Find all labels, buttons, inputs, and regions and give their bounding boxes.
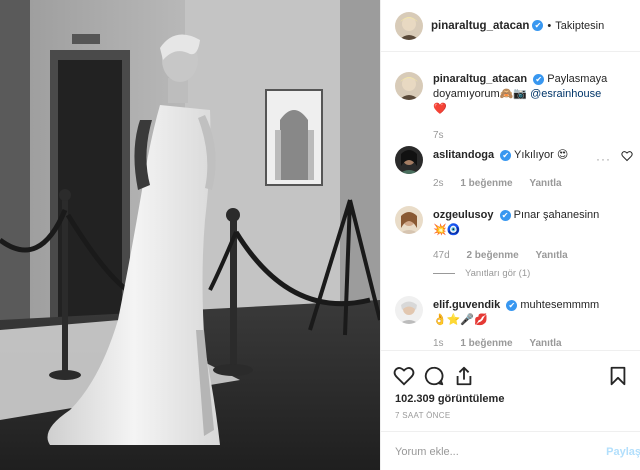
post-header: pinaraltug_atacan ✔ • Takiptesin [381, 0, 640, 52]
instagram-post: pinaraltug_atacan ✔ • Takiptesin pinaral… [0, 0, 640, 470]
comment-emoji: 💥🧿 [433, 224, 461, 236]
comment-item: ozgeulusoy ✔ Pınar şahanesinn 💥🧿 47d 2 b… [395, 206, 635, 286]
view-replies-button[interactable]: Yanıtları gör (1) [433, 268, 530, 279]
post-comment-button[interactable]: Paylaş [606, 446, 640, 458]
post-actions: 102.309 görüntüleme 7 SAAT ÖNCE Yorum ek… [381, 350, 640, 470]
caption-meta: 7s [433, 130, 458, 141]
comment-text: muhtesemmmm [520, 299, 600, 311]
comment-text: Pınar şahanesinn [513, 209, 600, 221]
comment-time[interactable]: 1s [433, 338, 444, 349]
verified-badge-icon: ✔ [500, 149, 512, 161]
comment-body: aslitandoga ✔ Yıkılıyor 😍 [433, 148, 623, 163]
comment-meta: 1s 1 beğenme Yanıtla [433, 338, 576, 349]
share-icon[interactable] [453, 365, 475, 387]
comment-likes[interactable]: 1 beğenme [460, 178, 512, 189]
comment-meta: 47d 2 beğenme Yanıtla [433, 250, 582, 261]
comment-input[interactable]: Yorum ekle... [395, 446, 459, 458]
post-timestamp[interactable]: 7 SAAT ÖNCE [395, 411, 450, 420]
comment-meta: 2s 1 beğenme Yanıtla [433, 178, 576, 189]
caption-username[interactable]: pinaraltug_atacan [433, 73, 527, 85]
comment-reply-button[interactable]: Yanıtla [536, 250, 568, 261]
comment-time[interactable]: 2s [433, 178, 444, 189]
follow-status-button[interactable]: Takiptesin [555, 20, 604, 32]
comment-username[interactable]: elif.guvendik [433, 299, 500, 311]
comment-text: Yıkılıyor 😍 [514, 149, 569, 161]
post-photo[interactable] [0, 0, 380, 470]
caption-time[interactable]: 7s [433, 130, 444, 141]
verified-badge-icon: ✔ [532, 20, 544, 31]
more-options-icon[interactable]: ··· [596, 152, 611, 166]
commenter-avatar[interactable] [395, 296, 423, 324]
comment-body: ozgeulusoy ✔ Pınar şahanesinn 💥🧿 [433, 208, 623, 238]
caption-avatar[interactable] [395, 72, 423, 100]
verified-badge-icon: ✔ [533, 73, 545, 85]
caption-mention-link[interactable]: @esrainhouse [530, 88, 601, 100]
comments-list[interactable]: pinaraltug_atacan ✔ Paylasmaya doyamıyor… [381, 52, 640, 350]
photo-image [0, 0, 380, 470]
comment-body: elif.guvendik ✔ muhtesemmmm 👌⭐🎤💋 [433, 298, 623, 328]
comment-emoji: 👌⭐🎤💋 [433, 314, 488, 326]
bookmark-icon[interactable] [607, 365, 629, 387]
comment-item: aslitandoga ✔ Yıkılıyor 😍 ··· 2s 1 beğen… [395, 146, 635, 196]
verified-badge-icon: ✔ [499, 209, 511, 221]
commenter-avatar[interactable] [395, 146, 423, 174]
comment-likes[interactable]: 1 beğenme [460, 338, 512, 349]
like-comment-heart-icon[interactable] [621, 150, 633, 162]
author-username[interactable]: pinaraltug_atacan [431, 20, 529, 32]
caption-heart: ❤️ [433, 103, 447, 115]
heart-icon[interactable] [393, 365, 415, 387]
comment-composer: Yorum ekle... Paylaş [381, 431, 640, 470]
post-sidebar: pinaraltug_atacan ✔ • Takiptesin pinaral… [380, 0, 640, 470]
comment-reply-button[interactable]: Yanıtla [529, 338, 561, 349]
comment-username[interactable]: aslitandoga [433, 149, 494, 161]
comment-time[interactable]: 47d [433, 250, 450, 261]
author-avatar[interactable] [395, 11, 423, 40]
comment-username[interactable]: ozgeulusoy [433, 209, 494, 221]
commenter-avatar[interactable] [395, 206, 423, 234]
replies-divider [433, 273, 455, 274]
comment-meta-row: 1s 1 beğenme Yanıtla [395, 338, 635, 350]
header-separator: • [547, 19, 552, 32]
comment-icon[interactable] [423, 365, 445, 387]
comment-likes[interactable]: 2 beğenme [466, 250, 518, 261]
caption-body: pinaraltug_atacan ✔ Paylasmaya doyamıyor… [433, 72, 623, 117]
comment-reply-button[interactable]: Yanıtla [529, 178, 561, 189]
view-count[interactable]: 102.309 görüntüleme [395, 393, 504, 405]
view-replies-label: Yanıtları gör (1) [465, 268, 531, 279]
verified-badge-icon: ✔ [506, 299, 518, 311]
